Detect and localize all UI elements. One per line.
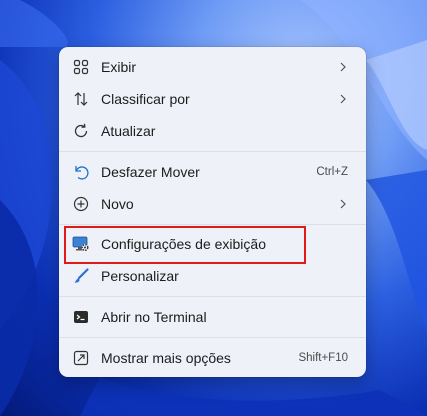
menu-item-label: Personalizar	[101, 268, 179, 284]
menu-item-personalize[interactable]: Personalizar	[63, 261, 362, 291]
refresh-icon	[72, 122, 90, 140]
menu-item-refresh[interactable]: Atualizar	[63, 116, 362, 146]
menu-item-view[interactable]: Exibir	[63, 52, 362, 82]
menu-item-label: Abrir no Terminal	[101, 309, 207, 325]
grid-icon	[72, 58, 90, 76]
menu-item-undo-move[interactable]: Desfazer Mover Ctrl+Z	[63, 157, 362, 187]
menu-separator	[59, 151, 366, 152]
chevron-right-icon	[338, 197, 348, 211]
brush-icon	[72, 267, 90, 285]
menu-item-label: Exibir	[101, 59, 137, 75]
highlight-box	[64, 226, 306, 264]
menu-item-new[interactable]: Novo	[63, 189, 362, 219]
plus-circle-icon	[72, 195, 90, 213]
more-options-icon	[72, 349, 90, 367]
menu-item-open-terminal[interactable]: Abrir no Terminal	[63, 302, 362, 332]
sort-arrows-icon	[72, 90, 90, 108]
menu-item-label: Novo	[101, 196, 134, 212]
menu-separator	[59, 224, 366, 225]
desktop-context-menu: Exibir Classificar por Atualizar Desfaze…	[59, 47, 366, 377]
menu-separator	[59, 337, 366, 338]
shortcut-hint: Shift+F10	[298, 352, 348, 364]
menu-item-label: Classificar por	[101, 91, 190, 107]
chevron-right-icon	[338, 92, 348, 106]
menu-separator	[59, 296, 366, 297]
undo-icon	[72, 163, 90, 181]
menu-item-show-more-options[interactable]: Mostrar mais opções Shift+F10	[63, 343, 362, 373]
chevron-right-icon	[338, 60, 348, 74]
menu-item-label: Mostrar mais opções	[101, 350, 231, 366]
shortcut-hint: Ctrl+Z	[316, 166, 348, 178]
menu-item-label: Desfazer Mover	[101, 164, 200, 180]
terminal-icon	[72, 308, 90, 326]
menu-item-sort[interactable]: Classificar por	[63, 84, 362, 114]
menu-item-label: Atualizar	[101, 123, 156, 139]
